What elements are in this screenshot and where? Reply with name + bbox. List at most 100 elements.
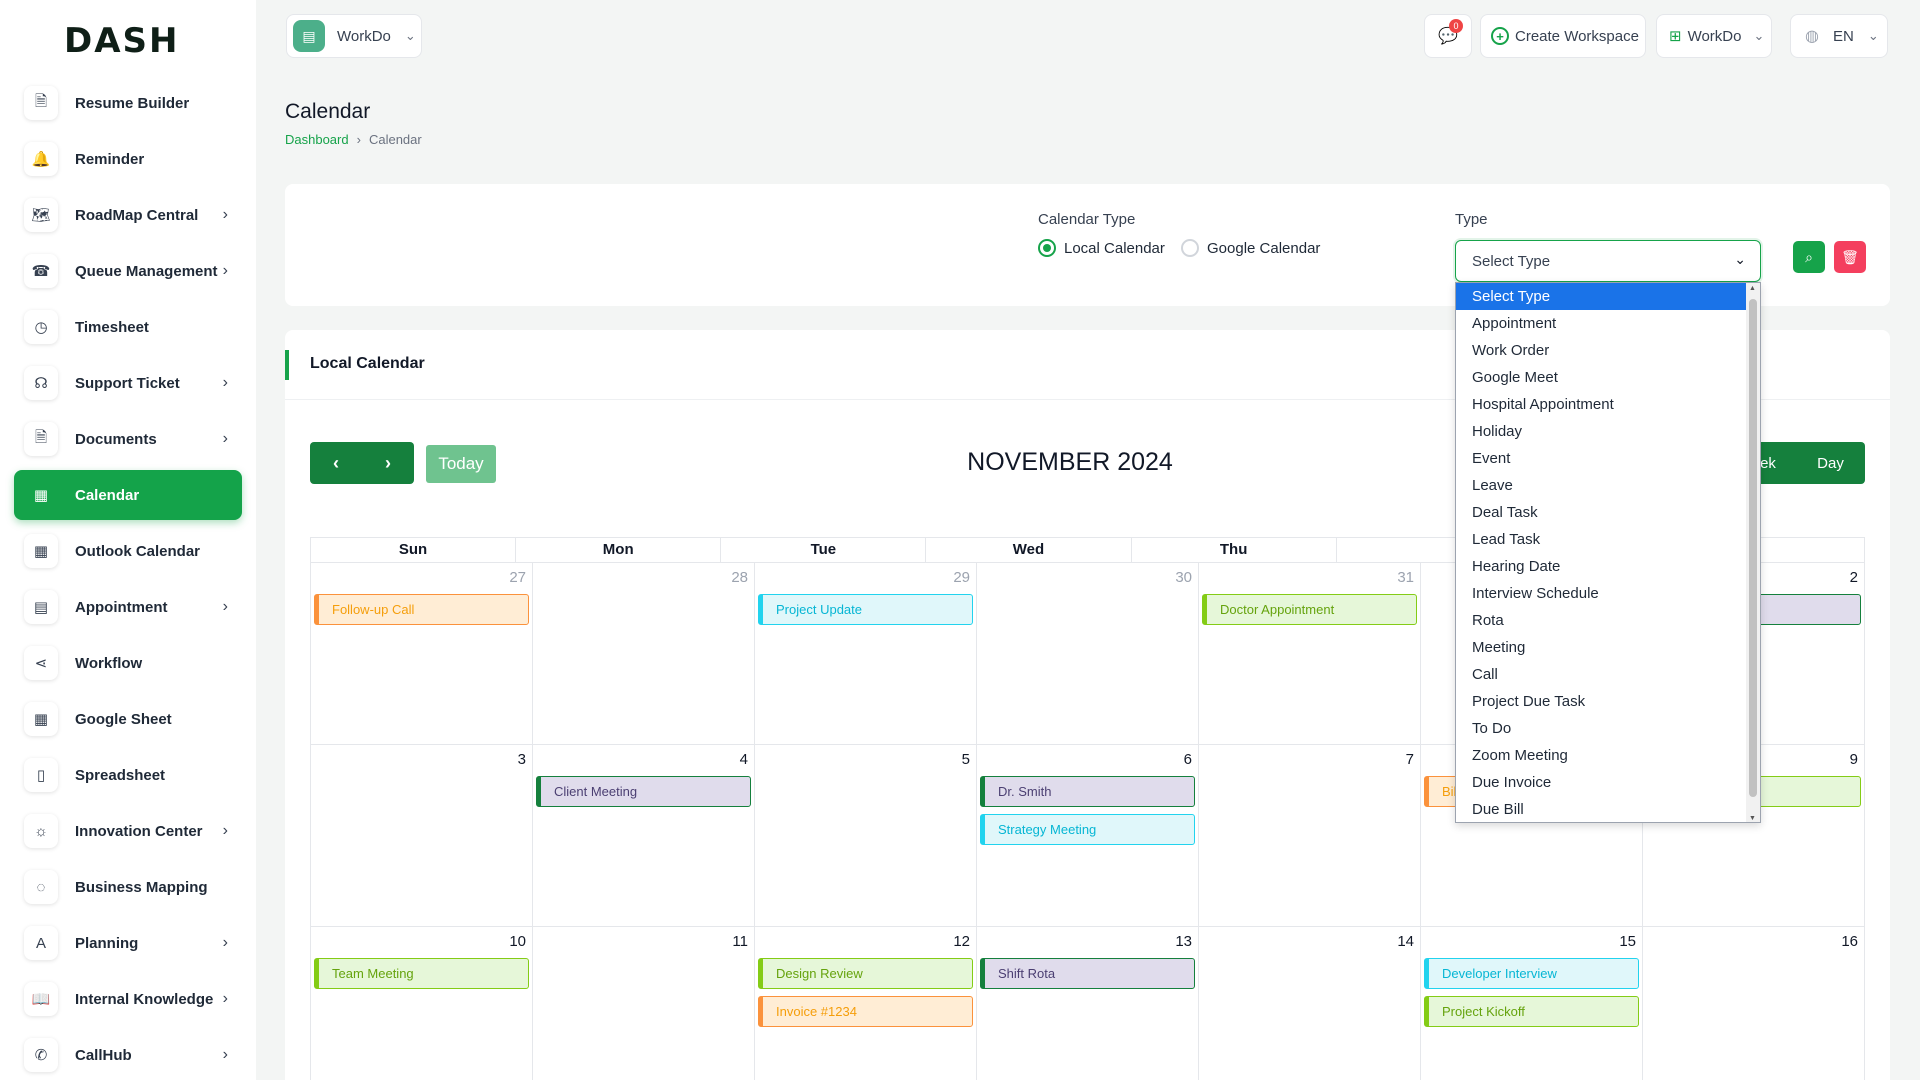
calendar-event[interactable]: Invoice #1234 [758,996,973,1027]
sidebar-item-business-mapping[interactable]: ◌ Business Mapping [14,862,242,912]
type-option[interactable]: Due Bill [1456,796,1747,822]
sidebar-item-resume-builder[interactable]: 🗎 Resume Builder [14,78,242,128]
sidebar-item-callhub[interactable]: ✆ CallHub › [14,1030,242,1080]
language-selector[interactable]: ◍ EN ⌄ [1790,14,1888,58]
calendar-event[interactable]: Client Meeting [536,776,751,807]
type-option[interactable]: Deal Task [1456,499,1747,526]
sidebar-item-support-ticket[interactable]: ☊ Support Ticket › [14,358,242,408]
type-option[interactable]: Holiday [1456,418,1747,445]
calendar-event[interactable]: Follow-up Call [314,594,529,625]
day-cell[interactable]: 10 Team Meeting [311,927,533,1080]
reset-button[interactable]: 🗑 [1834,241,1866,273]
sidebar-item-documents[interactable]: 🗎 Documents › [14,414,242,464]
type-option[interactable]: Work Order [1456,337,1747,364]
sidebar-item-calendar[interactable]: ▦ Calendar [14,470,242,520]
calendar-event[interactable]: Doctor Appointment [1202,594,1417,625]
day-cell[interactable]: 4 Client Meeting [533,745,755,926]
type-option[interactable]: Hospital Appointment [1456,391,1747,418]
day-view-button[interactable]: Day [1796,455,1865,472]
type-option[interactable]: Call [1456,661,1747,688]
radio-label: Google Calendar [1207,239,1321,257]
calendar-icon: ▦ [24,534,58,568]
sidebar-item-internal-knowledge[interactable]: 📖 Internal Knowledge › [14,974,242,1024]
language-code: EN [1832,27,1854,45]
day-cell[interactable]: 30 [977,563,1199,744]
workspace-switcher[interactable]: ▤ WorkDo ⌄ [286,14,422,58]
breadcrumb-home[interactable]: Dashboard [285,132,349,147]
type-option[interactable]: Event [1456,445,1747,472]
sidebar-item-outlook-calendar[interactable]: ▦ Outlook Calendar [14,526,242,576]
chevron-down-icon: ⌄ [1753,28,1765,43]
create-workspace-button[interactable]: + Create Workspace [1480,14,1646,58]
day-cell[interactable]: 11 [533,927,755,1080]
sidebar-item-label: Reminder [75,150,145,168]
type-option[interactable]: Hearing Date [1456,553,1747,580]
type-option[interactable]: Select Type [1456,283,1747,310]
sidebar-item-innovation-center[interactable]: ☼ Innovation Center › [14,806,242,856]
sidebar-item-timesheet[interactable]: ◷ Timesheet [14,302,242,352]
type-option[interactable]: To Do [1456,715,1747,742]
calendar-event[interactable]: Dr. Smith [980,776,1195,807]
sidebar-item-roadmap-central[interactable]: 🗺 RoadMap Central › [14,190,242,240]
day-number: 13 [1175,933,1192,950]
calendar-event[interactable]: Project Kickoff [1424,996,1639,1027]
calendar-event[interactable]: Team Meeting [314,958,529,989]
next-month-button[interactable]: › [362,442,414,484]
type-option[interactable]: Project Due Task [1456,688,1747,715]
day-cell[interactable]: 27 Follow-up Call [311,563,533,744]
day-cell[interactable]: 16 [1643,927,1865,1080]
chevron-right-icon: › [356,132,361,147]
radio-google-calendar[interactable]: Google Calendar [1181,239,1320,257]
headset-icon: ☊ [24,366,58,400]
calendar-event[interactable]: Design Review [758,958,973,989]
sidebar-item-appointment[interactable]: ▤ Appointment › [14,582,242,632]
weekday-label: Mon [516,538,722,562]
calendar-event[interactable]: Shift Rota [980,958,1195,989]
type-option[interactable]: Zoom Meeting [1456,742,1747,769]
day-cell[interactable]: 5 [755,745,977,926]
scroll-up-icon[interactable]: ▲ [1749,285,1756,292]
scroll-down-icon[interactable]: ▼ [1749,815,1756,822]
type-option[interactable]: Leave [1456,472,1747,499]
type-option[interactable]: Appointment [1456,310,1747,337]
radio-local-calendar[interactable]: Local Calendar [1038,239,1165,257]
type-option[interactable]: Rota [1456,607,1747,634]
sidebar-item-reminder[interactable]: 🔔 Reminder [14,134,242,184]
day-cell[interactable]: 28 [533,563,755,744]
globe-icon: ◍ [1805,28,1819,45]
day-cell[interactable]: 12 Design Review Invoice #1234 [755,927,977,1080]
day-cell[interactable]: 14 [1199,927,1421,1080]
brand-logo[interactable]: DASH [64,21,179,61]
type-option[interactable]: Google Meet [1456,364,1747,391]
day-cell[interactable]: 15 Developer Interview Project Kickoff [1421,927,1643,1080]
sidebar-item-planning[interactable]: A Planning › [14,918,242,968]
type-option[interactable]: Interview Schedule [1456,580,1747,607]
type-select[interactable]: Select Type ⌄ [1455,240,1761,282]
type-option[interactable]: Due Invoice [1456,769,1747,796]
prev-month-button[interactable]: ‹ [310,442,362,484]
type-option[interactable]: Meeting [1456,634,1747,661]
sidebar-item-queue-management[interactable]: ☎ Queue Management › [14,246,242,296]
day-cell[interactable]: 6 Dr. Smith Strategy Meeting [977,745,1199,926]
sidebar-item-spreadsheet[interactable]: ▯ Spreadsheet [14,750,242,800]
type-dropdown-list: Select Type Appointment Work Order Google M… [1455,282,1761,823]
calendar-event[interactable]: Project Update [758,594,973,625]
type-select-value: Select Type [1472,252,1551,270]
today-button[interactable]: Today [426,445,496,483]
day-cell[interactable]: 3 [311,745,533,926]
sidebar-item-workflow[interactable]: ⋖ Workflow [14,638,242,688]
day-cell[interactable]: 7 [1199,745,1421,926]
messages-button[interactable]: 💬 0 [1424,14,1472,58]
search-icon: ⌕ [1805,248,1813,265]
calendar-event[interactable]: Developer Interview [1424,958,1639,989]
type-option[interactable]: Lead Task [1456,526,1747,553]
day-cell[interactable]: 13 Shift Rota [977,927,1199,1080]
sidebar-item-google-sheet[interactable]: ▦ Google Sheet [14,694,242,744]
calendar-event[interactable]: Strategy Meeting [980,814,1195,845]
search-button[interactable]: ⌕ [1793,241,1825,273]
day-cell[interactable]: 31 Doctor Appointment [1199,563,1421,744]
dropdown-scrollbar[interactable]: ▲ ▼ [1746,283,1760,822]
scrollbar-thumb[interactable] [1749,299,1757,797]
day-cell[interactable]: 29 Project Update [755,563,977,744]
user-menu-button[interactable]: ⊞ WorkDo ⌄ [1656,14,1772,58]
